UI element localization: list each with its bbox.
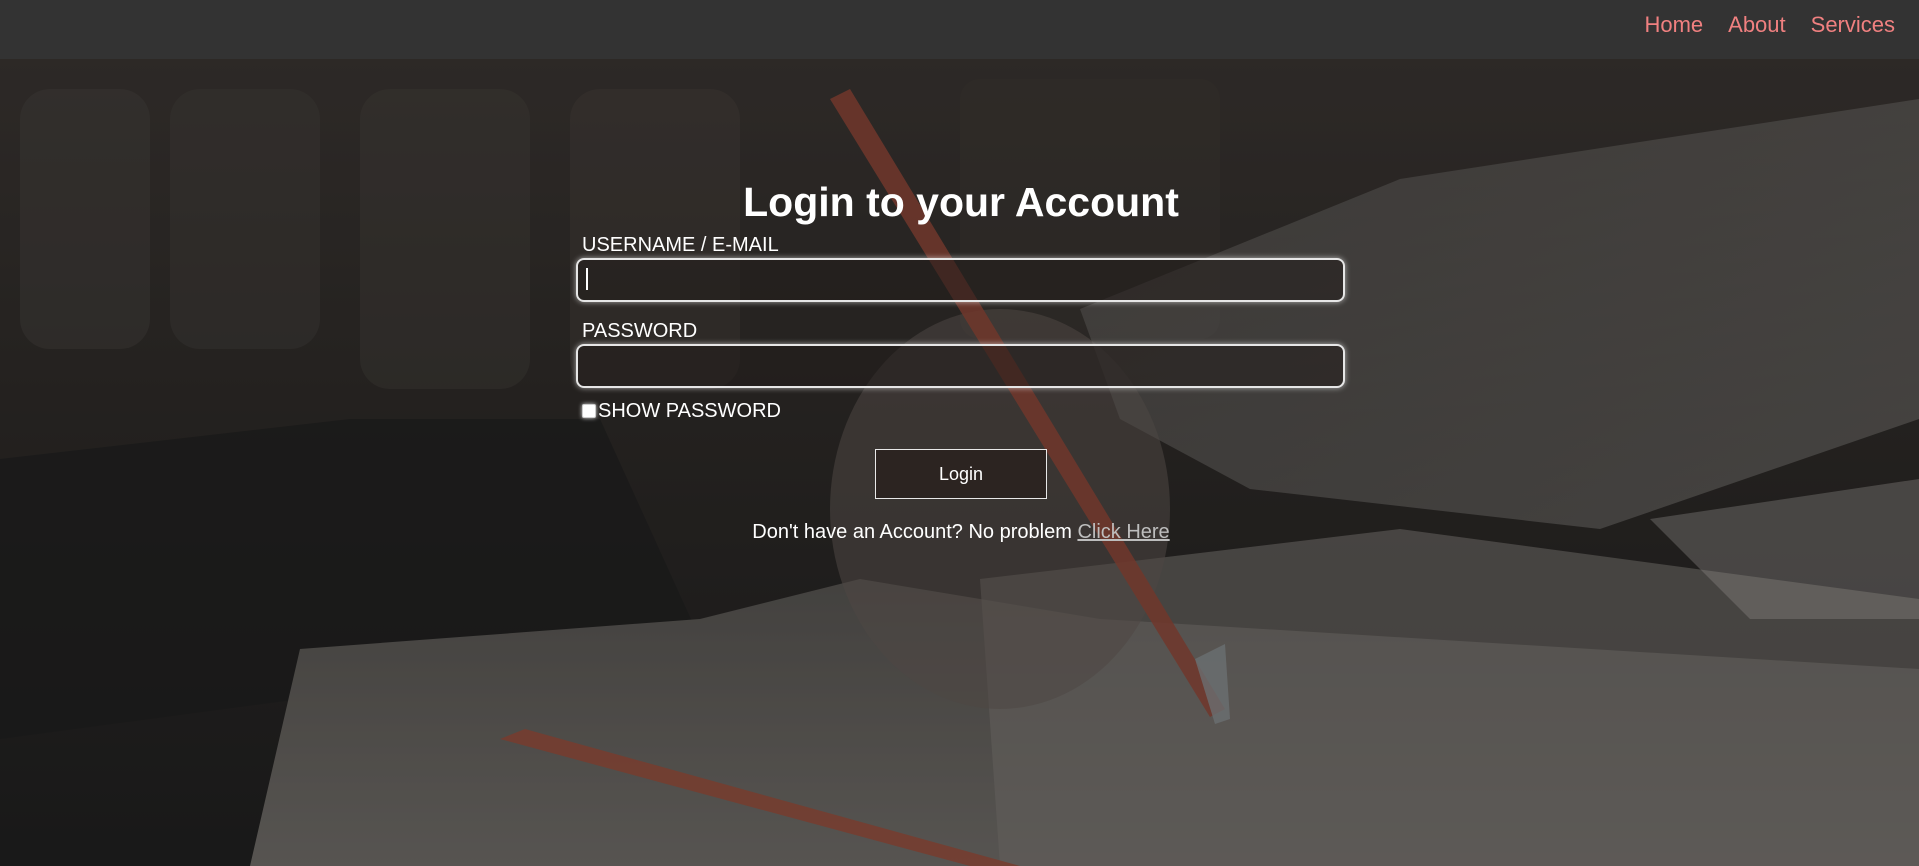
username-field-wrap [576,258,1346,302]
login-title: Login to your Account [743,179,1179,225]
show-password-checkbox[interactable] [582,404,596,418]
password-field-wrap [576,344,1346,388]
top-navbar: Home About Services [0,0,1919,59]
login-panel: Login to your Account USERNAME / E-MAIL … [576,172,1346,544]
username-input[interactable] [576,258,1345,302]
field-spacer [576,302,1346,318]
login-button-row: Login [576,449,1346,499]
signup-prompt-row: Don't have an Account? No problem Click … [576,521,1346,544]
username-label: USERNAME / E-MAIL [582,234,779,256]
signup-link[interactable]: Click Here [1077,521,1169,543]
password-input[interactable] [576,344,1345,388]
signup-prompt-text: Don't have an Account? No problem [752,521,1072,543]
login-button[interactable]: Login [875,449,1047,499]
show-password-row: SHOW PASSWORD [582,398,1346,424]
password-label: PASSWORD [582,320,698,342]
show-password-label[interactable]: SHOW PASSWORD [598,400,781,423]
nav-link-services[interactable]: Services [1811,12,1895,38]
nav-link-about[interactable]: About [1728,12,1786,38]
nav-link-home[interactable]: Home [1644,12,1703,38]
text-caret [586,268,588,290]
nav-links: Home About Services [1644,0,1895,50]
